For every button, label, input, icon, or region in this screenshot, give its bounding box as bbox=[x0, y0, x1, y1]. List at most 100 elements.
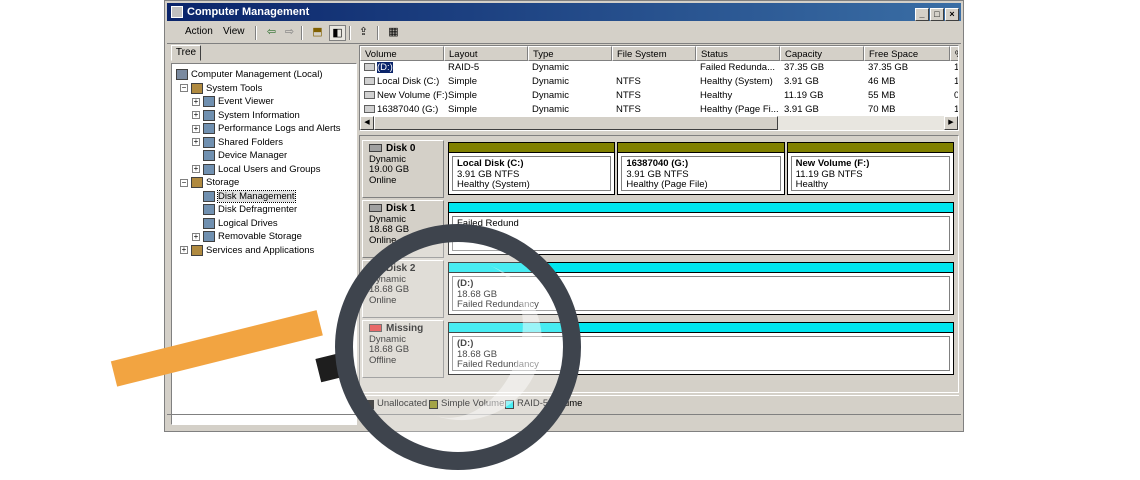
tree-item[interactable]: + Shared Folders bbox=[192, 136, 283, 149]
disk-name: Disk 0 bbox=[386, 143, 416, 154]
forward-arrow-icon[interactable]: ⇨ bbox=[281, 25, 298, 41]
partition-status: Healthy (Page File) bbox=[626, 179, 708, 190]
back-arrow-icon[interactable]: ⇦ bbox=[263, 25, 280, 41]
expand-icon[interactable]: + bbox=[192, 165, 200, 173]
tree-item[interactable]: + System Information bbox=[192, 109, 300, 122]
table-cell: Simple bbox=[448, 104, 478, 115]
disk-name: Disk 1 bbox=[386, 203, 416, 214]
tree-item[interactable]: + Event Viewer bbox=[192, 95, 274, 108]
table-row[interactable]: (D:) RAID-5 Dynamic Failed Redunda... 37.35 … bbox=[360, 61, 958, 75]
collapse-icon[interactable]: − bbox=[180, 84, 188, 92]
column-header[interactable]: Layout bbox=[444, 46, 528, 61]
title-bar[interactable]: Computer Management _ □ × bbox=[167, 3, 961, 21]
tree-item[interactable]: Logical Drives bbox=[192, 217, 278, 230]
tree-item[interactable]: Device Manager bbox=[192, 149, 287, 162]
scroll-right-arrow-icon[interactable]: ▶ bbox=[944, 116, 958, 130]
column-header[interactable]: Capacity bbox=[780, 46, 864, 61]
users-icon bbox=[203, 163, 215, 175]
disk-management-icon bbox=[203, 190, 215, 202]
tree-item-label: Services and Applications bbox=[206, 244, 315, 256]
partition[interactable]: 16387040 (G:) 3.91 GB NTFS Healthy (Page F… bbox=[617, 142, 785, 195]
table-cell: 3.91 GB bbox=[784, 104, 819, 115]
close-button[interactable]: × bbox=[945, 8, 959, 21]
column-header[interactable]: % bbox=[950, 46, 958, 61]
table-row[interactable]: 16387040 (G:) Simple Dynamic NTFS Healthy (P… bbox=[360, 103, 958, 117]
window-title: Computer Management bbox=[187, 6, 310, 18]
tree-item[interactable]: − Storage bbox=[180, 176, 239, 189]
table-cell: Healthy bbox=[700, 90, 733, 101]
tab-tree[interactable]: Tree bbox=[171, 45, 201, 61]
table-cell: NTFS bbox=[616, 104, 641, 115]
table-cell: NTFS bbox=[616, 90, 641, 101]
partition-status: Healthy bbox=[795, 179, 828, 190]
expand-icon[interactable]: + bbox=[192, 111, 200, 119]
app-icon bbox=[171, 6, 183, 18]
volume-name: 16387040 (G:) bbox=[377, 104, 439, 115]
menu-action[interactable]: Action bbox=[185, 26, 213, 37]
collapse-icon[interactable]: − bbox=[180, 178, 188, 187]
table-row[interactable]: Local Disk (C:) Simple Dynamic NTFS Healthy … bbox=[360, 75, 958, 89]
tree-item[interactable]: Computer Management (Local) bbox=[176, 68, 322, 81]
column-header[interactable]: File System bbox=[612, 46, 696, 61]
table-cell: NTFS bbox=[616, 76, 641, 87]
table-cell: Simple bbox=[448, 76, 478, 87]
tree-item[interactable]: + Services and Applications bbox=[180, 244, 314, 257]
expand-icon[interactable]: + bbox=[192, 232, 200, 241]
minimize-button[interactable]: _ bbox=[915, 8, 929, 21]
partition-name: New Volume (F:) bbox=[795, 158, 870, 169]
scroll-left-arrow-icon[interactable]: ◀ bbox=[360, 116, 374, 130]
tree-item-label: Disk Management bbox=[217, 189, 296, 203]
column-header[interactable]: Volume bbox=[360, 46, 444, 61]
expand-icon[interactable]: + bbox=[180, 246, 188, 254]
maximize-button[interactable]: □ bbox=[930, 8, 944, 21]
shared-folder-icon bbox=[203, 136, 215, 148]
export-list-icon[interactable]: ⇪ bbox=[355, 25, 372, 41]
event-viewer-icon bbox=[203, 96, 215, 107]
expand-icon[interactable]: + bbox=[192, 138, 200, 146]
tree-item[interactable]: Disk Management bbox=[192, 189, 296, 203]
partition-info: New Volume (F:) 11.19 GB NTFS Healthy bbox=[790, 156, 950, 191]
tree-item[interactable]: Disk Defragmenter bbox=[192, 203, 297, 216]
tree-item[interactable]: + Local Users and Groups bbox=[192, 163, 320, 176]
tree-item-label: System Information bbox=[218, 109, 300, 121]
tree-item[interactable]: − System Tools bbox=[180, 82, 262, 95]
up-folder-icon[interactable]: ⬒ bbox=[309, 25, 326, 41]
table-row[interactable]: New Volume (F:) Simple Dynamic NTFS Healthy 1… bbox=[360, 89, 958, 103]
column-header[interactable]: Free Space bbox=[864, 46, 950, 61]
table-cell: Dynamic bbox=[532, 76, 569, 87]
table-cell: Local Disk (C:) bbox=[360, 75, 448, 89]
disk-label[interactable]: Disk 0 Dynamic 19.00 GB Online bbox=[362, 140, 444, 198]
disk-icon bbox=[369, 204, 382, 213]
horizontal-scrollbar[interactable]: ◀ ▶ bbox=[360, 116, 958, 130]
column-header[interactable]: Status bbox=[696, 46, 780, 61]
tree-item[interactable]: + Performance Logs and Alerts bbox=[192, 122, 341, 135]
partition-status: Healthy (System) bbox=[457, 179, 530, 190]
table-cell: Dynamic bbox=[532, 62, 569, 73]
partition[interactable]: New Volume (F:) 11.19 GB NTFS Healthy bbox=[786, 142, 954, 195]
tree-item[interactable]: + Removable Storage bbox=[192, 230, 302, 243]
table-cell: Healthy (System) bbox=[700, 76, 773, 87]
device-manager-icon bbox=[203, 150, 215, 161]
partition-color-band bbox=[449, 203, 953, 213]
column-header[interactable]: Type bbox=[528, 46, 612, 61]
show-tree-icon[interactable]: ◧ bbox=[329, 25, 346, 41]
expand-icon[interactable]: + bbox=[192, 124, 200, 133]
table-cell: Dynamic bbox=[532, 104, 569, 115]
partition-color-band bbox=[449, 143, 615, 153]
properties-icon[interactable]: ▦ bbox=[385, 25, 402, 41]
partition-name: 16387040 (G:) bbox=[626, 158, 689, 169]
menu-view[interactable]: View bbox=[223, 26, 245, 37]
storage-icon bbox=[191, 177, 203, 188]
partition-color-band bbox=[618, 143, 784, 153]
table-cell: (D:) bbox=[360, 61, 448, 75]
expand-icon[interactable]: + bbox=[192, 97, 200, 106]
system-information-icon bbox=[203, 109, 215, 121]
table-cell: Simple bbox=[448, 90, 478, 101]
volume-icon bbox=[364, 63, 375, 72]
table-cell: 46 MB bbox=[868, 76, 896, 87]
scroll-thumb[interactable] bbox=[374, 116, 778, 130]
partition[interactable]: Local Disk (C:) 3.91 GB NTFS Healthy (Syst… bbox=[448, 142, 616, 195]
tree-item-label: Event Viewer bbox=[218, 96, 274, 107]
disk-name-line: Disk 0 bbox=[369, 143, 443, 155]
partition-status: Failed Redund bbox=[457, 218, 519, 229]
